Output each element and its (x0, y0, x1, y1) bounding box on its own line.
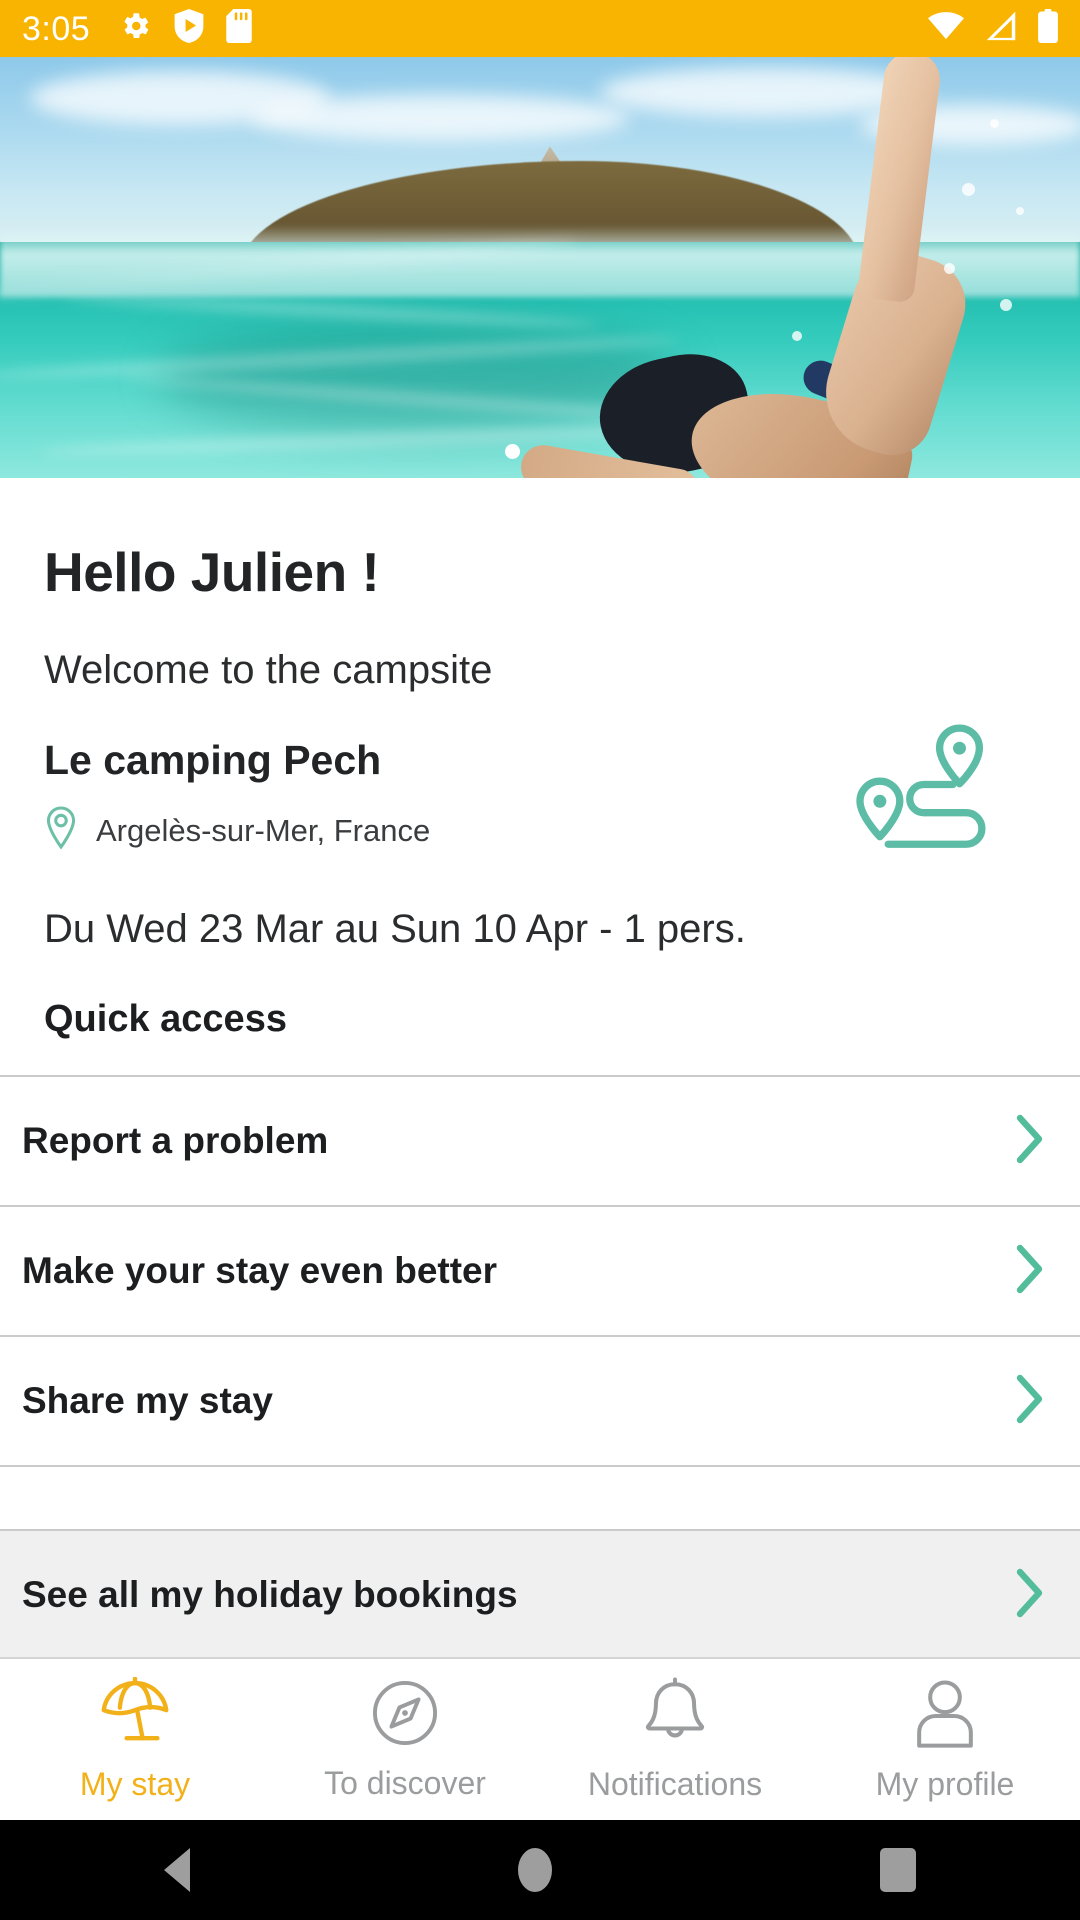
status-bar-right-icons (928, 9, 1058, 48)
location-pin-icon (44, 806, 78, 855)
status-bar-left-icons (118, 9, 252, 48)
nav-tab-label: To discover (324, 1764, 486, 1801)
list-item-label: See all my holiday bookings (22, 1574, 518, 1615)
quick-access-list: Report a problem Make your stay even bet… (0, 1075, 1080, 1659)
back-triangle-icon[interactable] (164, 1848, 190, 1892)
air-bubble (962, 183, 975, 196)
app-root: 3:05 Hello Julien ! Welcome to the camps… (0, 0, 1080, 1920)
stay-dates: Du Wed 23 Mar au Sun 10 Apr - 1 pers. (44, 907, 746, 951)
air-bubble (1016, 207, 1024, 215)
welcome-subtitle: Welcome to the campsite (44, 648, 493, 692)
sd-card-icon (226, 9, 252, 48)
air-bubble (944, 263, 955, 274)
quick-access-item-make-your-stay-even-better[interactable]: Make your stay even better (0, 1207, 1080, 1335)
beach-umbrella-icon (96, 1675, 174, 1754)
gear-icon (118, 9, 152, 48)
nav-tab-to-discover[interactable]: To discover (270, 1659, 540, 1820)
recents-square-icon[interactable] (880, 1848, 916, 1892)
cloud-shape (250, 95, 630, 141)
nav-tab-label: My profile (875, 1765, 1015, 1802)
quick-access-item-share-my-stay[interactable]: Share my stay (0, 1337, 1080, 1465)
battery-icon (1038, 9, 1058, 48)
cellular-signal-icon (984, 11, 1018, 46)
nav-tab-notifications[interactable]: Notifications (540, 1659, 810, 1820)
status-bar-time: 3:05 (22, 9, 91, 48)
chevron-right-icon (1012, 1371, 1048, 1432)
wifi-icon (928, 11, 964, 46)
air-bubble (990, 119, 999, 128)
nav-tab-label: Notifications (587, 1765, 763, 1802)
carousel-dot-indicator[interactable] (505, 444, 520, 459)
shield-play-icon (174, 9, 204, 48)
bell-icon (643, 1677, 707, 1754)
compass-icon (370, 1678, 440, 1753)
quick-access-item-report-a-problem[interactable]: Report a problem (0, 1077, 1080, 1205)
nav-tab-my-stay[interactable]: My stay (0, 1659, 270, 1820)
list-spacer (0, 1467, 1080, 1529)
hero-image[interactable] (0, 57, 1080, 478)
air-bubble (1000, 299, 1012, 311)
nav-tab-label: My stay (79, 1765, 191, 1802)
list-item-label: Report a problem (22, 1120, 329, 1161)
air-bubble (792, 331, 802, 341)
list-item-label: Make your stay even better (22, 1250, 498, 1291)
main-content: Hello Julien ! Welcome to the campsite L… (0, 478, 1080, 1659)
quick-access-item-see-all-my-holiday-bookings[interactable]: See all my holiday bookings (0, 1531, 1080, 1659)
route-map-icon[interactable] (848, 719, 998, 860)
person-icon (913, 1677, 977, 1754)
chevron-right-icon (1012, 1565, 1048, 1626)
chevron-right-icon (1012, 1241, 1048, 1302)
home-circle-icon[interactable] (518, 1848, 552, 1892)
bottom-navigation: My stay To discover Notifications My pro… (0, 1657, 1080, 1820)
page-title: Hello Julien ! (44, 541, 380, 603)
quick-access-title: Quick access (44, 998, 287, 1040)
android-navigation-bar (0, 1820, 1080, 1920)
nav-tab-my-profile[interactable]: My profile (810, 1659, 1080, 1820)
chevron-right-icon (1012, 1111, 1048, 1172)
list-item-label: Share my stay (22, 1380, 273, 1421)
campsite-location: Argelès-sur-Mer, France (96, 812, 431, 848)
status-bar: 3:05 (0, 0, 1080, 57)
stay-summary: Le camping Pech Argelès-sur-Mer, France (0, 724, 1080, 855)
